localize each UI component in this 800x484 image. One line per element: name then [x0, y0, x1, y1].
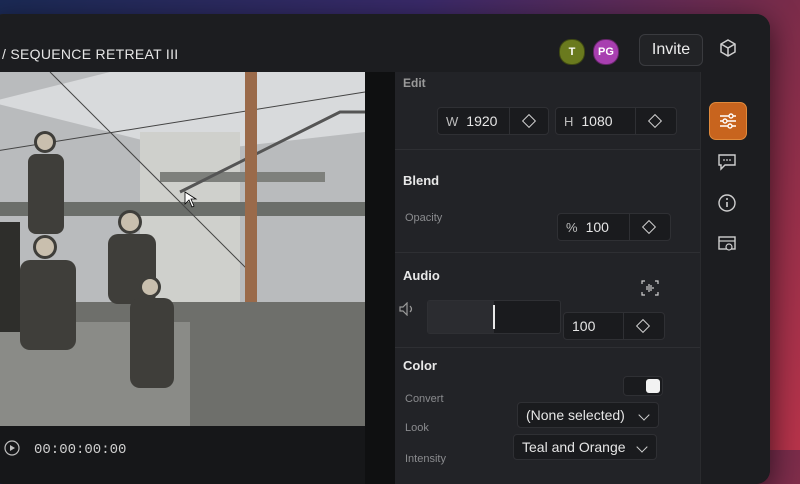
app-window: / SEQUENCE RETREAT III T PG Invite 00:00…	[0, 14, 770, 484]
side-rail	[700, 72, 770, 484]
opacity-label: Opacity	[405, 212, 443, 224]
player-controls: 00:00:00:00	[0, 426, 365, 484]
title-bar: / SEQUENCE RETREAT III T PG Invite	[0, 14, 770, 81]
timecode: 00:00:00:00	[34, 442, 127, 458]
keyframe-icon	[521, 113, 537, 129]
project-title[interactable]: / SEQUENCE RETREAT III	[2, 46, 178, 62]
look-select[interactable]: (None selected)	[517, 402, 659, 428]
comment-icon	[718, 154, 736, 171]
rail-item-adjustments[interactable]	[709, 102, 747, 140]
panel-divider	[365, 72, 395, 484]
toggle-knob	[646, 379, 660, 393]
avatar-t[interactable]: T	[559, 39, 585, 65]
intensity-label: Intensity	[405, 453, 446, 465]
avatar-pg[interactable]: PG	[593, 39, 619, 65]
look-label: Look	[405, 422, 429, 434]
separator	[395, 252, 700, 253]
video-frame-image	[0, 72, 365, 426]
width-keyframe-button[interactable]	[509, 108, 548, 134]
play-icon[interactable]	[4, 440, 20, 456]
color-heading: Color	[403, 358, 437, 373]
intensity-select-value: Teal and Orange	[522, 439, 626, 455]
info-icon	[718, 194, 736, 212]
volume-icon[interactable]	[399, 302, 417, 316]
opacity-value: 100	[585, 219, 609, 235]
chevron-down-icon	[636, 441, 648, 453]
volume-keyframe-button[interactable]	[623, 313, 662, 339]
rail-item-media[interactable]	[709, 226, 745, 262]
separator	[395, 347, 700, 348]
separator	[395, 149, 700, 150]
audio-heading: Audio	[403, 268, 440, 283]
rail-item-info[interactable]	[709, 185, 745, 221]
width-prefix: W	[446, 113, 459, 129]
sliders-icon	[720, 113, 736, 129]
inspector-panel: Edit W 1920 H 1080 Blend Opacity % 100 A…	[395, 72, 700, 484]
blend-heading: Blend	[403, 173, 440, 188]
waveform-icon[interactable]	[641, 280, 659, 296]
volume-slider[interactable]	[427, 300, 561, 334]
rail-item-comments[interactable]	[709, 144, 745, 180]
media-library-icon	[718, 236, 736, 251]
height-prefix: H	[564, 113, 574, 129]
cube-icon[interactable]	[718, 38, 738, 58]
convert-label: Convert	[405, 393, 444, 405]
opacity-prefix: %	[566, 219, 578, 235]
keyframe-icon	[641, 219, 657, 235]
opacity-keyframe-button[interactable]	[629, 214, 668, 240]
keyframe-icon	[647, 113, 663, 129]
height-keyframe-button[interactable]	[635, 108, 674, 134]
volume-value: 100	[572, 318, 596, 334]
look-select-value: (None selected)	[526, 407, 625, 423]
invite-button[interactable]: Invite	[639, 34, 703, 66]
video-preview[interactable]	[0, 72, 365, 426]
volume-slider-thumb[interactable]	[493, 305, 495, 329]
width-value: 1920	[466, 113, 498, 129]
color-toggle[interactable]	[623, 376, 663, 396]
intensity-select[interactable]: Teal and Orange	[513, 434, 657, 460]
volume-slider-fill	[428, 301, 494, 333]
height-value: 1080	[581, 113, 613, 129]
chevron-down-icon	[638, 409, 650, 421]
edit-label: Edit	[403, 76, 426, 90]
keyframe-icon	[635, 318, 651, 334]
